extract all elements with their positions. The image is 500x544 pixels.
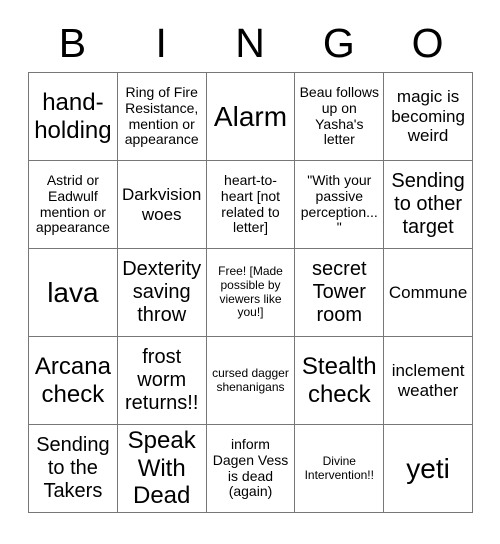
bingo-cell-o1[interactable]: magic is becoming weird — [383, 72, 473, 161]
bingo-row: lava Dexterity saving throw Free! [Made … — [28, 248, 473, 337]
bingo-cell-i2[interactable]: Darkvision woes — [117, 160, 207, 249]
bingo-cell-label: Sending to other target — [391, 170, 465, 238]
bingo-cell-label: magic is becoming weird — [391, 87, 465, 146]
bingo-header: B I N G O — [28, 14, 472, 72]
bingo-cell-label: Astrid or Eadwulf mention or appearance — [35, 171, 110, 236]
header-letter-b: B — [58, 19, 87, 66]
bingo-cell-label: Arcana check — [34, 353, 111, 408]
header-letter-o: O — [411, 19, 444, 66]
bingo-cell-label: Stealth check — [301, 353, 377, 408]
bingo-cell-free[interactable]: Free! [Made possible by viewers like you… — [206, 248, 296, 337]
bingo-cell-g5[interactable]: Divine Intervention!! — [294, 424, 385, 513]
bingo-cell-label: Dexterity saving throw — [122, 258, 202, 326]
bingo-cell-label: Alarm — [213, 100, 288, 132]
bingo-cell-i1[interactable]: Ring of Fire Resistance, mention or appe… — [117, 72, 207, 161]
header-letter-g: G — [322, 19, 355, 66]
bingo-cell-n5[interactable]: inform Dagen Vess is dead (again) — [206, 424, 296, 513]
bingo-cell-label: Free! [Made possible by viewers like you… — [218, 264, 283, 320]
bingo-cell-b1[interactable]: hand-holding — [28, 72, 118, 161]
bingo-cell-label: Ring of Fire Resistance, mention or appe… — [124, 83, 199, 148]
bingo-cell-n1[interactable]: Alarm — [206, 72, 296, 161]
bingo-grid: hand-holding Ring of Fire Resistance, me… — [28, 72, 473, 513]
header-letter-i: I — [155, 19, 167, 66]
bingo-cell-label: "With your passive perception..." — [300, 171, 378, 236]
bingo-cell-label: Beau follows up on Yasha's letter — [299, 83, 379, 148]
bingo-cell-label: Commune — [388, 282, 468, 302]
bingo-cell-n4[interactable]: cursed dagger shenanigans — [206, 336, 296, 425]
bingo-cell-g1[interactable]: Beau follows up on Yasha's letter — [294, 72, 385, 161]
bingo-cell-n2[interactable]: heart-to-heart [not related to letter] — [206, 160, 296, 249]
bingo-cell-label: Speak With Dead — [127, 427, 196, 510]
bingo-cell-o4[interactable]: inclement weather — [383, 336, 473, 425]
bingo-cell-i3[interactable]: Dexterity saving throw — [117, 248, 207, 337]
bingo-cell-label: cursed dagger shenanigans — [212, 365, 289, 394]
bingo-cell-b4[interactable]: Arcana check — [28, 336, 118, 425]
bingo-cell-i4[interactable]: frost worm returns!! — [117, 336, 207, 425]
bingo-cell-o5[interactable]: yeti — [383, 424, 473, 513]
bingo-cell-g3[interactable]: secret Tower room — [294, 248, 385, 337]
bingo-row: hand-holding Ring of Fire Resistance, me… — [28, 72, 473, 161]
header-letter-n: N — [235, 19, 265, 66]
bingo-cell-label: hand-holding — [34, 89, 112, 144]
bingo-cell-i5[interactable]: Speak With Dead — [117, 424, 207, 513]
bingo-cell-label: inform Dagen Vess is dead (again) — [212, 435, 289, 500]
bingo-cell-o3[interactable]: Commune — [383, 248, 473, 337]
bingo-cell-label: Darkvision woes — [122, 185, 202, 224]
bingo-cell-label: inclement weather — [391, 361, 465, 400]
bingo-cell-label: heart-to-heart [not related to letter] — [220, 171, 281, 236]
bingo-cell-label: yeti — [406, 452, 450, 484]
bingo-cell-label: secret Tower room — [312, 258, 367, 326]
bingo-cell-b3[interactable]: lava — [28, 248, 118, 337]
bingo-row: Sending to the Takers Speak With Dead in… — [28, 424, 473, 513]
bingo-cell-b5[interactable]: Sending to the Takers — [28, 424, 118, 513]
bingo-row: Arcana check frost worm returns!! cursed… — [28, 336, 473, 425]
bingo-cell-g2[interactable]: "With your passive perception..." — [294, 160, 385, 249]
bingo-cell-label: lava — [47, 276, 99, 308]
bingo-cell-b2[interactable]: Astrid or Eadwulf mention or appearance — [28, 160, 118, 249]
bingo-card: B I N G O hand-holding Ring of Fire Resi… — [28, 14, 473, 513]
bingo-cell-o2[interactable]: Sending to other target — [383, 160, 473, 249]
bingo-cell-label: frost worm returns!! — [125, 346, 199, 414]
bingo-cell-g4[interactable]: Stealth check — [294, 336, 385, 425]
bingo-row: Astrid or Eadwulf mention or appearance … — [28, 160, 473, 249]
bingo-cell-label: Sending to the Takers — [36, 434, 110, 502]
bingo-cell-label: Divine Intervention!! — [304, 453, 374, 482]
